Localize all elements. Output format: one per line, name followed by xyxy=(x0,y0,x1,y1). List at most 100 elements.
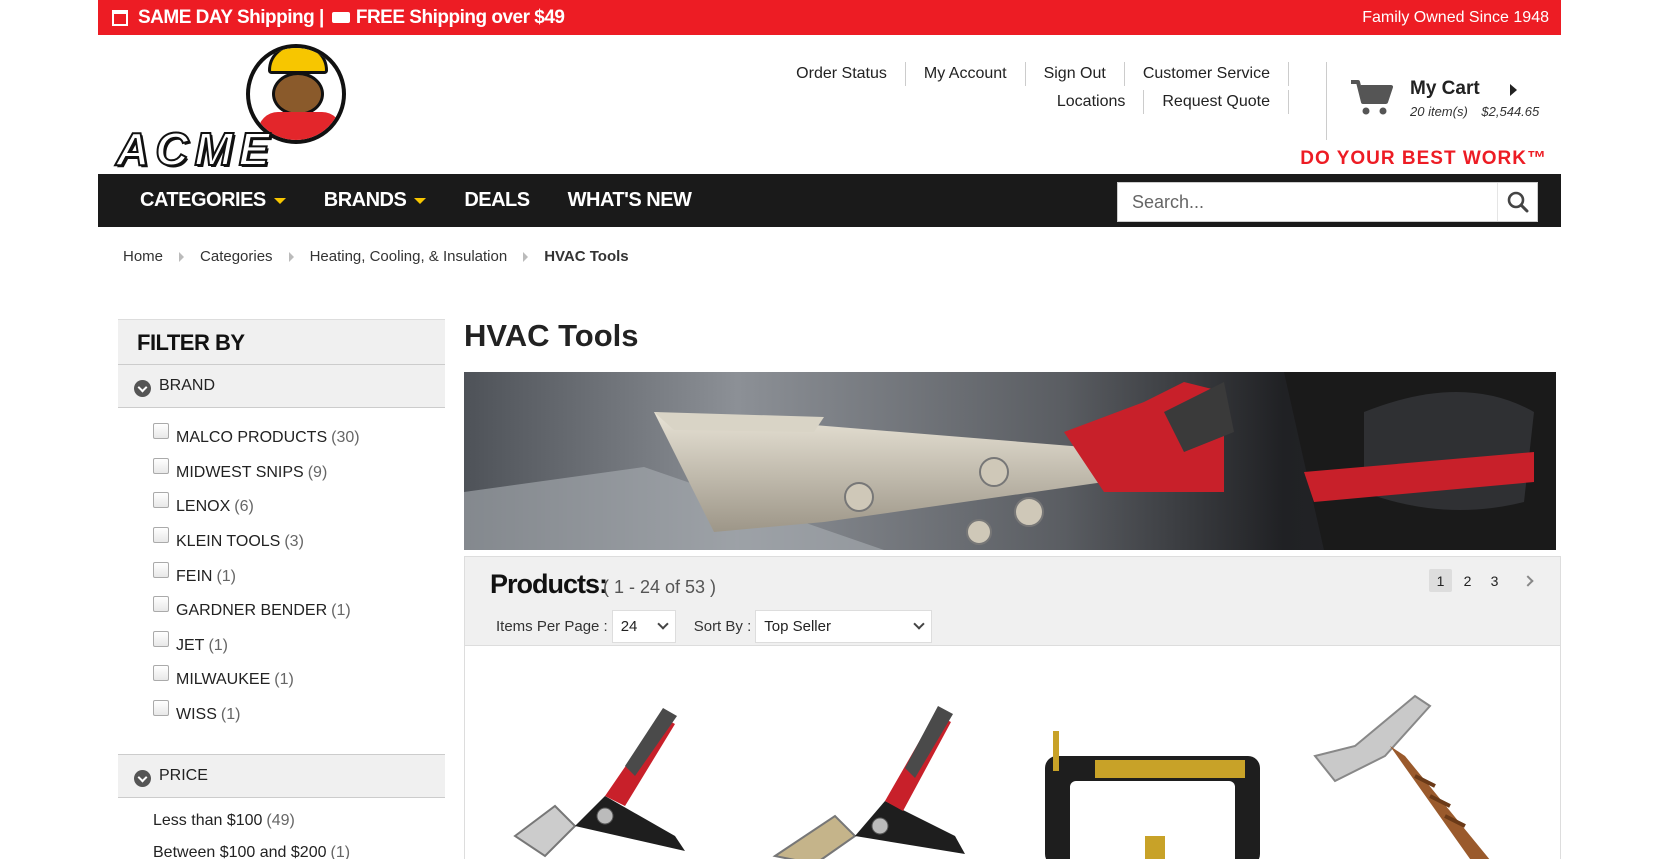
brand-option[interactable]: LENOX (6) xyxy=(153,490,360,525)
category-banner-image xyxy=(464,372,1556,550)
sign-out-link[interactable]: Sign Out xyxy=(1024,62,1124,86)
price-range: Between $100 and $200 xyxy=(153,844,327,859)
price-facet-toggle[interactable]: PRICE xyxy=(118,754,445,798)
nav-brands-label: BRANDS xyxy=(323,189,407,211)
caret-down-icon xyxy=(414,197,427,204)
checkbox[interactable] xyxy=(153,527,169,544)
page: SAME DAY Shipping | FREE Shipping over $… xyxy=(0,0,1680,859)
my-account-link[interactable]: My Account xyxy=(904,62,1025,86)
nav-whats-new[interactable]: WHAT'S NEW xyxy=(568,189,692,212)
locations-link[interactable]: Locations xyxy=(1039,90,1144,114)
site-logo[interactable]: ACME TOOLS xyxy=(115,40,461,230)
request-quote-link[interactable]: Request Quote xyxy=(1143,90,1289,114)
breadcrumb-home[interactable]: Home xyxy=(123,248,163,265)
main-nav: CATEGORIES BRANDS DEALS WHAT'S NEW xyxy=(98,174,1561,227)
price-count: (49) xyxy=(266,812,295,829)
page-title: HVAC Tools xyxy=(464,318,639,353)
product-image[interactable] xyxy=(1025,686,1265,859)
chevron-right-icon[interactable] xyxy=(1522,574,1534,587)
page-2-button[interactable]: 2 xyxy=(1456,569,1479,592)
breadcrumb-current: HVAC Tools xyxy=(544,248,629,265)
hammer-image xyxy=(1313,694,1490,859)
brand-option[interactable]: KLEIN TOOLS (3) xyxy=(153,525,360,560)
breadcrumb-categories[interactable]: Categories xyxy=(200,248,273,265)
brand-option[interactable]: FEIN (1) xyxy=(153,559,360,594)
page-1-button[interactable]: 1 xyxy=(1429,569,1452,592)
brand-option[interactable]: WISS (1) xyxy=(153,698,360,733)
nav-categories-label: CATEGORIES xyxy=(140,189,266,211)
checkbox[interactable] xyxy=(153,457,169,474)
price-filter-list: Less than $100 (49) Between $100 and $200… xyxy=(153,812,350,859)
chevron-down-icon xyxy=(134,379,151,397)
chevron-down-icon xyxy=(134,769,151,787)
chevron-down-icon xyxy=(657,618,669,630)
price-count: (1) xyxy=(330,844,351,859)
sort-by-select[interactable]: Top Seller xyxy=(755,610,933,643)
order-status-link[interactable]: Order Status xyxy=(778,62,905,86)
search-input[interactable] xyxy=(1118,183,1496,221)
page-3-button[interactable]: 3 xyxy=(1483,569,1506,592)
brand-count: (30) xyxy=(331,429,360,447)
brand-name: FEIN xyxy=(176,567,213,585)
checkbox[interactable] xyxy=(153,700,169,717)
brand-name: WISS xyxy=(176,706,217,724)
products-toolbar: Products: ( 1 - 24 of 53 ) 1 2 3 Items P… xyxy=(464,556,1561,646)
brand-option[interactable]: MALCO PRODUCTS (30) xyxy=(153,421,360,456)
breadcrumb-heating-cooling[interactable]: Heating, Cooling, & Insulation xyxy=(310,248,508,265)
product-image[interactable] xyxy=(485,686,725,859)
brand-count: (9) xyxy=(307,463,328,481)
checkbox[interactable] xyxy=(153,665,169,682)
my-cart-button[interactable]: My Cart 20 item(s) $2,544.65 xyxy=(1350,72,1555,124)
items-per-page-select[interactable]: 24 xyxy=(611,610,676,643)
chevron-right-icon xyxy=(523,251,529,262)
brand-option[interactable]: GARDNER BENDER (1) xyxy=(153,594,360,629)
price-option[interactable]: Less than $100 (49) xyxy=(153,812,350,844)
calendar-icon xyxy=(112,9,128,26)
same-day-shipping-text: SAME DAY Shipping | xyxy=(138,6,324,28)
cart-item-count: 20 item(s) xyxy=(1410,104,1468,119)
products-label: Products: xyxy=(490,569,608,599)
caret-down-icon xyxy=(273,197,286,204)
nav-brands[interactable]: BRANDS xyxy=(324,189,427,212)
pagination: 1 2 3 xyxy=(1425,569,1534,592)
search-button[interactable] xyxy=(1497,183,1537,221)
brand-facet-label: BRAND xyxy=(159,377,216,394)
checkbox[interactable] xyxy=(153,596,169,613)
search-icon xyxy=(1507,191,1528,213)
truck-icon xyxy=(331,12,350,23)
checkbox[interactable] xyxy=(153,561,169,578)
divider xyxy=(1326,62,1327,140)
brand-name: MILWAUKEE xyxy=(176,671,271,689)
products-range: ( 1 - 24 of 53 ) xyxy=(603,577,717,597)
brand-filter-list: MALCO PRODUCTS (30) MIDWEST SNIPS (9) LENO… xyxy=(153,421,360,732)
brand-name: MIDWEST SNIPS xyxy=(176,463,304,481)
caret-right-icon xyxy=(1510,84,1517,96)
nav-deals[interactable]: DEALS xyxy=(464,189,530,212)
customer-service-link[interactable]: Customer Service xyxy=(1123,62,1289,86)
checkbox[interactable] xyxy=(153,630,169,647)
items-per-page-label: Items Per Page : xyxy=(496,618,608,635)
shipping-promo[interactable]: SAME DAY Shipping | FREE Shipping over $… xyxy=(112,6,565,29)
nav-categories[interactable]: CATEGORIES xyxy=(140,189,286,212)
free-shipping-text: FREE Shipping over $49 xyxy=(355,6,565,28)
brand-count: (1) xyxy=(220,706,241,724)
brand-count: (1) xyxy=(208,636,229,654)
product-image[interactable] xyxy=(755,686,995,859)
checkbox[interactable] xyxy=(153,423,169,440)
family-owned-text: Family Owned Since 1948 xyxy=(1362,8,1549,26)
brand-option[interactable]: JET (1) xyxy=(153,629,360,664)
sort-by-value: Top Seller xyxy=(764,618,831,635)
price-facet-label: PRICE xyxy=(159,767,208,784)
brand-option[interactable]: MIDWEST SNIPS (9) xyxy=(153,456,360,491)
price-range: Less than $100 xyxy=(153,812,263,829)
brand-option[interactable]: MILWAUKEE (1) xyxy=(153,663,360,698)
checkbox[interactable] xyxy=(153,492,169,509)
product-image[interactable] xyxy=(1295,686,1535,859)
filter-title: FILTER BY xyxy=(137,330,245,355)
price-option[interactable]: Between $100 and $200 (1) xyxy=(153,844,350,859)
breadcrumb: Home Categories Heating, Cooling, & Insu… xyxy=(123,248,629,265)
brand-name: LENOX xyxy=(176,498,231,516)
circle-cutter-image xyxy=(1045,731,1260,859)
brand-name: MALCO PRODUCTS xyxy=(176,429,328,447)
brand-facet-toggle[interactable]: BRAND xyxy=(118,364,445,408)
